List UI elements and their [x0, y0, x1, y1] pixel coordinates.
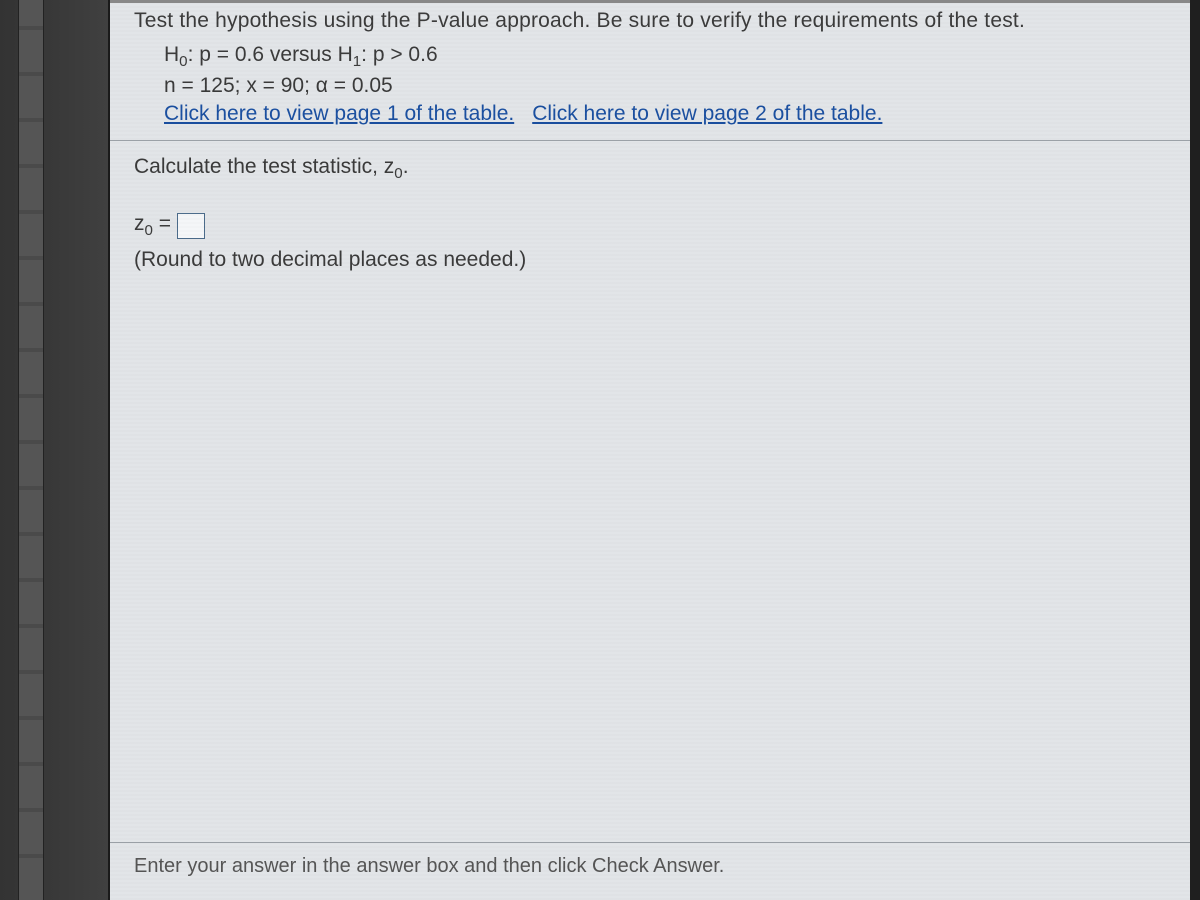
- parameters-line: n = 125; x = 90; α = 0.05: [164, 74, 1166, 98]
- footer-hint: Enter your answer in the answer box and …: [134, 855, 1166, 878]
- table-page-1-link[interactable]: Click here to view page 1 of the table.: [164, 102, 514, 125]
- hypotheses-line: H0: p = 0.6 versus H1: p > 0.6: [164, 43, 1166, 70]
- rounding-note: (Round to two decimal places as needed.): [134, 248, 1166, 272]
- z0-answer-input[interactable]: [177, 213, 205, 239]
- answer-label: z0 =: [134, 212, 171, 239]
- notebook-binding-gutter: [0, 0, 110, 900]
- footer-divider: [110, 842, 1190, 843]
- footer-area: Enter your answer in the answer box and …: [110, 842, 1190, 878]
- section-divider: [110, 140, 1190, 141]
- right-bezel: [1190, 0, 1200, 900]
- answer-row: z0 =: [134, 212, 1166, 239]
- table-links-row: Click here to view page 1 of the table. C…: [164, 102, 1166, 126]
- question-title: Test the hypothesis using the P-value ap…: [134, 9, 1166, 33]
- question-panel: Test the hypothesis using the P-value ap…: [110, 0, 1190, 900]
- task-instruction: Calculate the test statistic, z0.: [134, 155, 1166, 182]
- table-page-2-link[interactable]: Click here to view page 2 of the table.: [532, 102, 882, 125]
